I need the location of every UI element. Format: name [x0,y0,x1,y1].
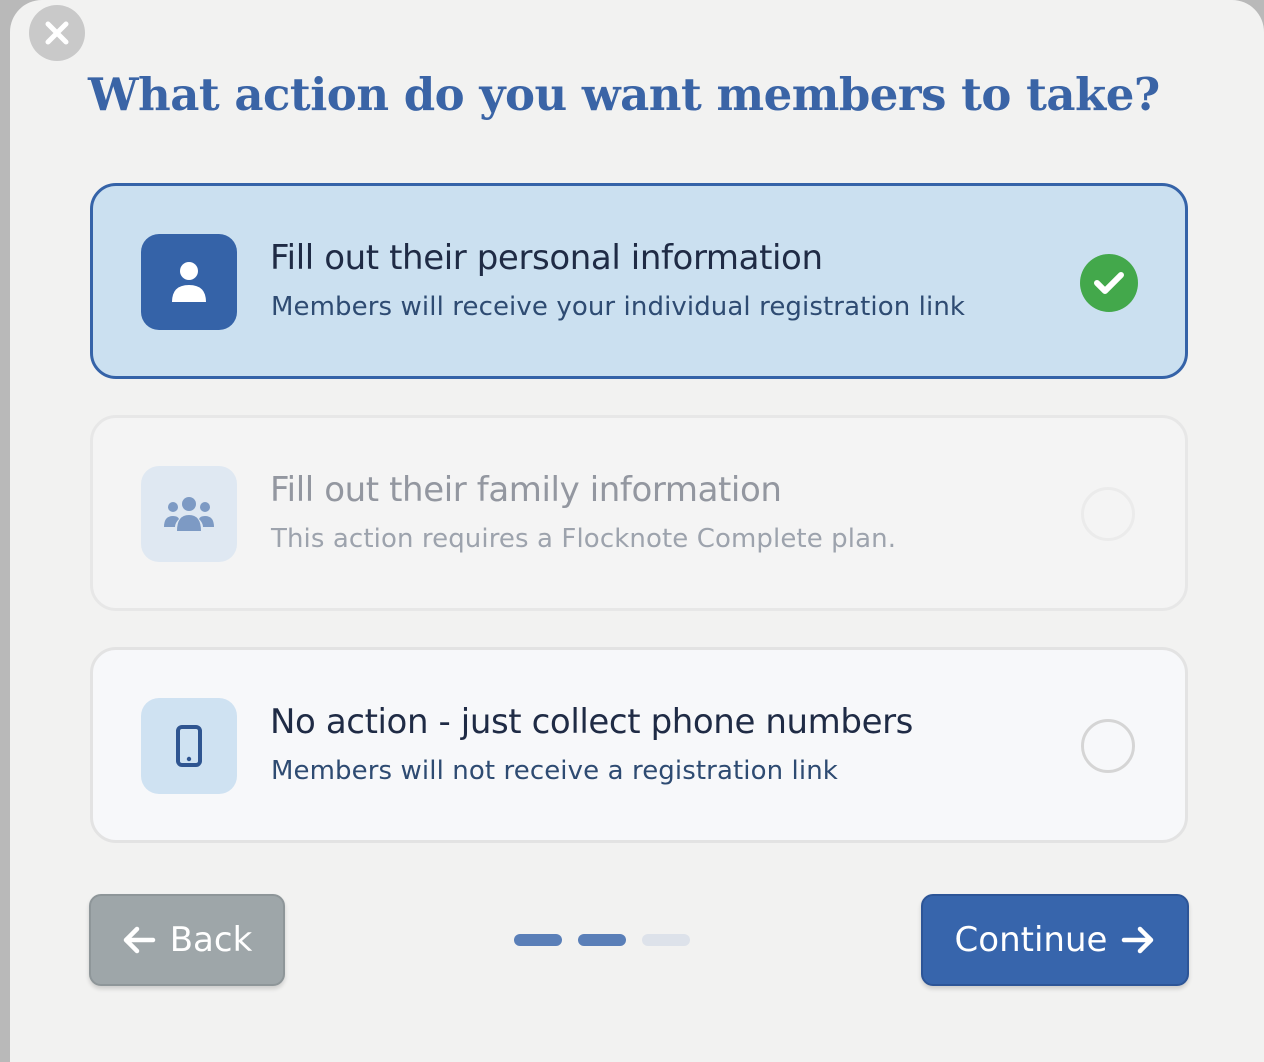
option-family-information: Fill out their family information This a… [90,415,1188,611]
option-description: This action requires a Flocknote Complet… [271,524,897,554]
continue-button[interactable]: Continue [921,894,1189,986]
close-button[interactable] [29,5,85,61]
option-description: Members will not receive a registration … [271,756,838,786]
option-title: No action - just collect phone numbers [270,702,913,742]
close-icon [45,21,69,45]
step-dot-completed [578,934,626,946]
radio-button [1081,487,1135,541]
back-label: Back [169,920,253,960]
option-title: Fill out their personal information [270,238,823,278]
option-icon-tile [141,466,237,562]
radio-button[interactable] [1081,719,1135,773]
selected-check[interactable] [1080,254,1138,312]
option-description: Members will receive your individual reg… [271,292,966,322]
option-icon-tile [141,698,237,794]
mobile-phone-icon [176,725,202,767]
continue-label: Continue [954,920,1108,960]
checkmark-icon [1094,272,1124,294]
option-personal-information[interactable]: Fill out their personal information Memb… [90,183,1188,379]
arrow-left-icon [123,926,155,954]
person-icon [172,262,206,302]
back-button[interactable]: Back [89,894,285,986]
option-title: Fill out their family information [270,470,782,510]
option-no-action[interactable]: No action - just collect phone numbers M… [90,647,1188,843]
arrow-right-icon [1122,926,1154,954]
option-icon-tile [141,234,237,330]
step-indicator [514,934,690,946]
step-dot-pending [642,934,690,946]
dialog-title: What action do you want members to take? [88,68,1160,121]
step-dot-completed [514,934,562,946]
group-icon [164,497,214,531]
